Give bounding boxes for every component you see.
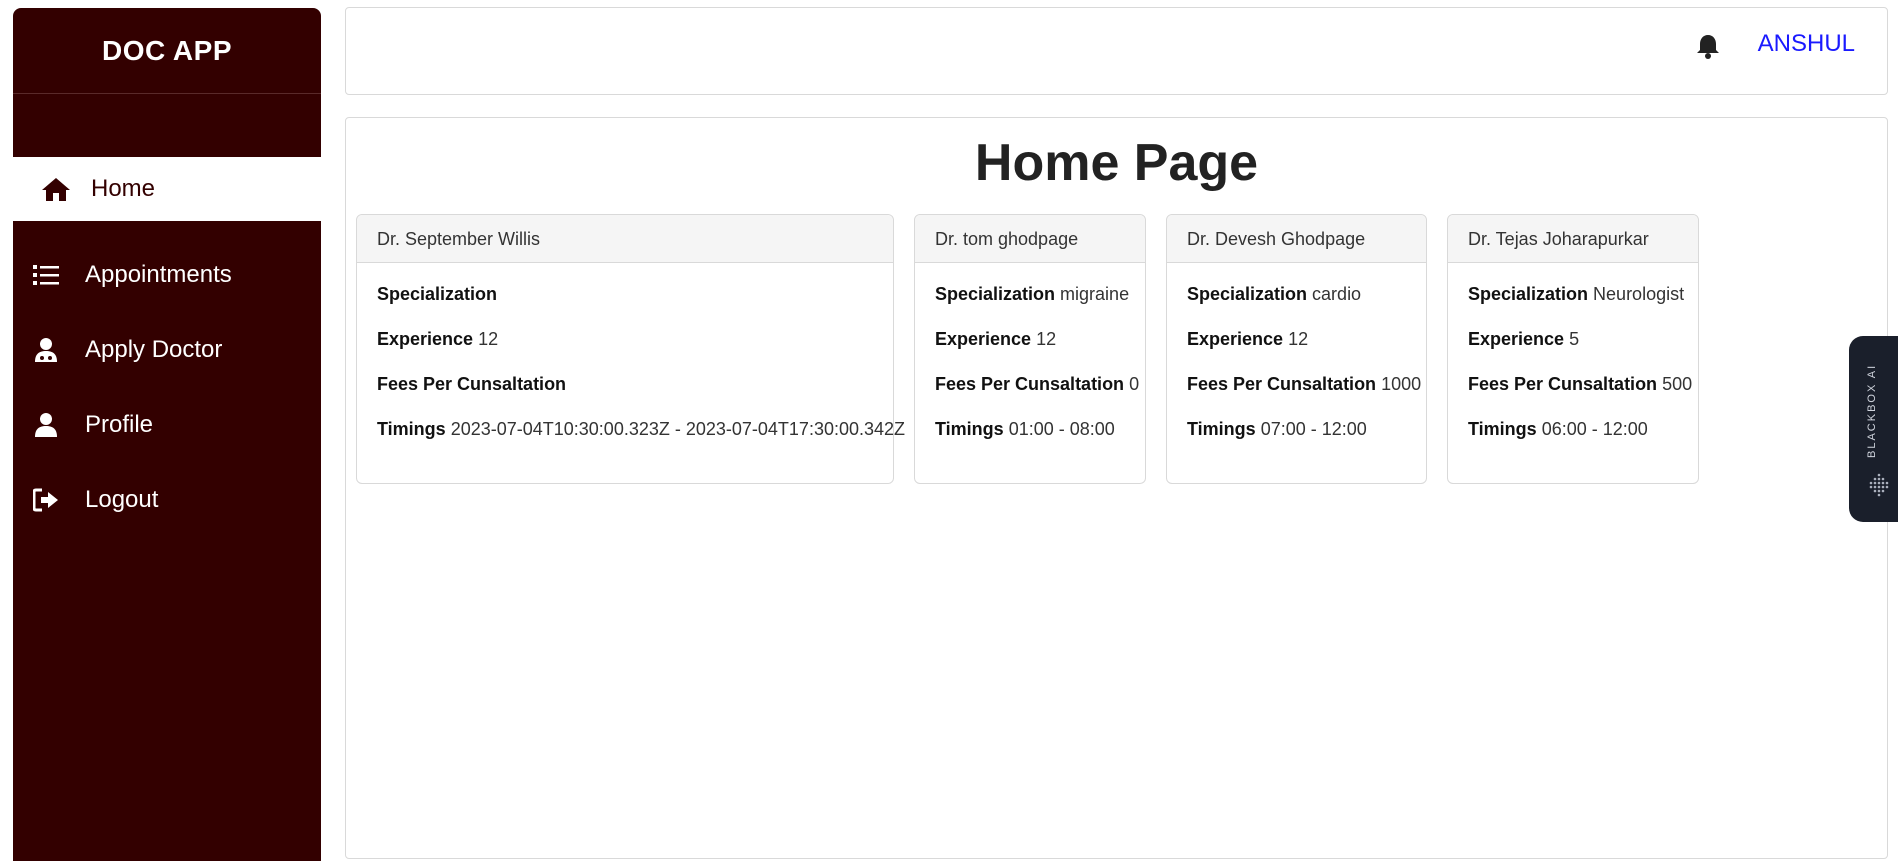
timings-row: Timings 2023-07-04T10:30:00.323Z - 2023-0… [377,419,906,439]
user-doctor-icon [31,335,61,365]
list-icon [31,260,61,290]
fees-row: Fees Per Cunsaltation 0 [935,374,1140,394]
doctor-card[interactable]: Dr. tom ghodpage Specialization migraine … [914,214,1146,484]
sidebar-item-appointments[interactable]: Appointments [13,243,321,307]
doctor-name: Dr. Devesh Ghodpage [1167,215,1426,263]
sidebar-item-home[interactable]: Home [13,157,321,221]
specialization-row: Specialization migraine [935,284,1130,304]
dots-logo-icon [1864,470,1894,500]
doctor-card[interactable]: Dr. Devesh Ghodpage Specialization cardio… [1166,214,1427,484]
doctor-card[interactable]: Dr. September Willis Specialization Expe… [356,214,906,484]
doctor-details: Specialization migraine Experience 12 Fees… [915,263,1145,440]
fees-row: Fees Per Cunsaltation 1000 [1187,374,1422,394]
home-icon [41,174,71,204]
logout-icon [31,485,61,515]
experience-row: Experience 12 [377,329,499,349]
fees-row: Fees Per Cunsaltation 500 [1468,374,1693,394]
doctor-list: Dr. September Willis Specialization Expe… [356,214,1719,484]
user-name-link[interactable]: ANSHUL [1758,30,1855,58]
doctor-details: Specialization Neurologist Experience 5 Fe… [1448,263,1698,440]
doctor-card[interactable]: Dr. Tejas Joharapurkar Specialization Neu… [1447,214,1699,484]
user-icon [31,410,61,440]
timings-row: Timings 07:00 - 12:00 [1187,419,1367,439]
doctor-details: Specialization cardio Experience 12 Fees P… [1167,263,1426,440]
sidebar-menu: Home Appointments Apply Doctor Profile L… [13,157,321,532]
fees-row: Fees Per Cunsaltation [377,374,567,394]
sidebar-item-label: Home [91,175,156,202]
specialization-row: Specialization cardio [1187,284,1362,304]
doctor-name: Dr. tom ghodpage [915,215,1145,263]
sidebar-item-label: Profile [85,411,154,438]
specialization-row: Specialization Neurologist [1468,284,1685,304]
specialization-row: Specialization [377,284,498,304]
sidebar: DOC APP Home Appointments Apply Doctor P… [13,8,321,861]
main-content: Home Page Dr. September Willis Specializ… [345,117,1888,859]
doctor-name: Dr. September Willis [357,215,893,263]
doctor-details: Specialization Experience 12 Fees Per Cun… [357,263,906,440]
top-header: ANSHUL [345,7,1888,95]
sidebar-logo: DOC APP [13,8,321,94]
sidebar-item-logout[interactable]: Logout [13,468,321,532]
doctor-name: Dr. Tejas Joharapurkar [1448,215,1698,263]
experience-row: Experience 12 [1187,329,1309,349]
app-title: DOC APP [101,34,233,66]
sidebar-item-profile[interactable]: Profile [13,393,321,457]
experience-row: Experience 5 [1468,329,1580,349]
sidebar-item-label: Logout [85,486,159,513]
bell-icon[interactable] [1694,32,1722,60]
timings-row: Timings 01:00 - 08:00 [935,419,1115,439]
timings-row: Timings 06:00 - 12:00 [1468,419,1648,439]
page-title: Home Page [974,134,1259,192]
sidebar-item-apply-doctor[interactable]: Apply Doctor [13,318,321,382]
experience-row: Experience 12 [935,329,1057,349]
widget-label: BLACKBOX AI [1866,363,1878,459]
sidebar-item-label: Apply Doctor [85,336,223,363]
blackbox-ai-widget[interactable]: BLACKBOX AI [1849,336,1898,522]
sidebar-item-label: Appointments [85,261,232,288]
